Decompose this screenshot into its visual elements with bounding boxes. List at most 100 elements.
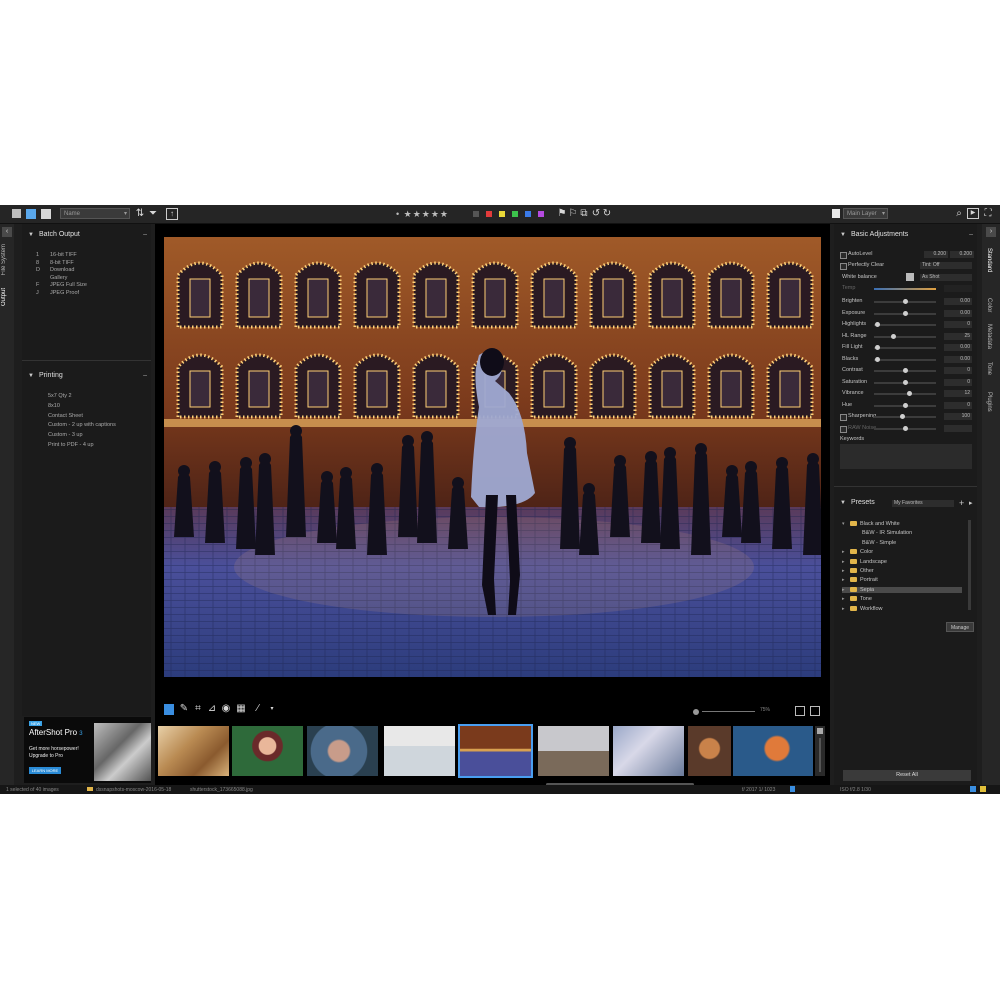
tab-output[interactable]: Output: [1, 288, 7, 306]
adjustment-checkbox[interactable]: [840, 414, 847, 421]
thumb-portrait-leaves[interactable]: [232, 726, 303, 776]
copy-icon[interactable]: ⧉: [578, 208, 590, 220]
collapsed-arrow-icon[interactable]: ▸: [842, 559, 850, 565]
adjustment-value[interactable]: 0.00: [944, 309, 972, 317]
color-label-swatch[interactable]: [499, 211, 505, 217]
adjustment-slider[interactable]: [874, 356, 936, 362]
adjustment-value[interactable]: 0.00: [944, 298, 972, 305]
preset-tree-item[interactable]: B&W - IR Simulation: [862, 530, 912, 536]
adjustment-slider[interactable]: [874, 414, 936, 419]
zoom-out-icon[interactable]: [693, 709, 699, 715]
redeye-icon[interactable]: ◉: [220, 703, 232, 715]
perfectly-clear-checkbox[interactable]: [840, 263, 847, 270]
scroll-up-icon[interactable]: [817, 728, 823, 734]
slider-knob[interactable]: [903, 299, 908, 304]
adjustment-value[interactable]: 25: [944, 332, 972, 340]
perfectly-clear-combo[interactable]: Tint: Off: [920, 262, 972, 269]
rotate-right-icon[interactable]: ↻: [601, 208, 613, 220]
slider-knob[interactable]: [903, 425, 908, 431]
collapse-left-icon[interactable]: ‹: [2, 227, 12, 237]
zoom-slider[interactable]: [702, 711, 755, 712]
adjustment-slider[interactable]: [874, 402, 936, 408]
preset-tree-item[interactable]: ▾ Black and White: [842, 521, 900, 527]
adjustment-value[interactable]: 0: [944, 401, 972, 409]
adjustment-value[interactable]: [944, 424, 972, 432]
preset-tree-item[interactable]: ▸ Portrait: [842, 577, 878, 583]
search-icon[interactable]: ⌕: [953, 208, 965, 220]
promo-banner[interactable]: NEW AfterShot Pro 3 Get more horsepower!…: [24, 717, 151, 783]
thumb-baby[interactable]: [307, 726, 378, 776]
slider-knob[interactable]: [875, 345, 881, 350]
brush-icon[interactable]: ∕: [252, 703, 264, 715]
layout-icon[interactable]: [810, 706, 820, 716]
slider-knob[interactable]: [890, 333, 896, 339]
adjustment-value[interactable]: 12: [944, 390, 972, 397]
preset-tree-item[interactable]: ▸ Color: [842, 549, 873, 555]
wb-picker-icon[interactable]: [906, 273, 914, 281]
adjustment-slider[interactable]: [874, 322, 936, 327]
tab-file-system[interactable]: File System: [1, 244, 7, 275]
tab-color[interactable]: Color: [986, 298, 992, 312]
adjustment-slider[interactable]: [874, 310, 936, 316]
batch-output-item[interactable]: 8 8-bit TIFF: [36, 260, 74, 266]
tab-plugins[interactable]: Plugins: [986, 392, 992, 412]
collapsed-arrow-icon[interactable]: ▸: [842, 577, 850, 583]
preset-tree-item[interactable]: ▸ Workflow: [842, 606, 883, 612]
reset-all-button[interactable]: Reset All: [843, 770, 971, 781]
tab-standard[interactable]: Standard: [986, 248, 992, 272]
batch-output-item[interactable]: F JPEG Full Size: [36, 282, 87, 288]
preset-tree-item[interactable]: ▸ Other: [842, 568, 874, 574]
adjustment-slider[interactable]: [874, 391, 936, 396]
printing-header[interactable]: ▼ Printing –: [22, 369, 151, 383]
single-view-icon[interactable]: [41, 209, 51, 219]
color-label-swatch[interactable]: [512, 211, 518, 217]
fullscreen-icon[interactable]: ⛶: [982, 208, 994, 220]
batch-output-item[interactable]: J JPEG Proof: [36, 290, 79, 296]
adjustment-slider[interactable]: [874, 425, 936, 431]
crop-icon[interactable]: ⌗: [192, 703, 204, 715]
hand-tool-icon[interactable]: [164, 704, 174, 715]
batch-output-item[interactable]: Gallery: [36, 275, 67, 281]
preset-tree-item[interactable]: ▸ Landscape: [842, 559, 887, 565]
main-image-viewer[interactable]: [164, 237, 821, 677]
adjustment-slider[interactable]: [874, 368, 936, 373]
thumb-red-umbrella[interactable]: [384, 726, 455, 776]
tab-metadata[interactable]: Metadata: [986, 324, 992, 349]
region-icon[interactable]: ▦: [235, 703, 247, 715]
grid-view-icon[interactable]: [12, 209, 21, 218]
adjustment-value[interactable]: 0: [944, 367, 972, 374]
thumb-orangutan[interactable]: [688, 726, 731, 776]
preset-scrollbar[interactable]: [968, 520, 971, 610]
slider-knob[interactable]: [903, 310, 908, 316]
chevron-down-icon[interactable]: ▾: [266, 703, 278, 715]
adjustment-slider[interactable]: [874, 299, 936, 304]
slider-knob[interactable]: [903, 402, 908, 408]
adjustment-value[interactable]: 0.00: [944, 344, 972, 351]
tab-tone[interactable]: Tone: [986, 362, 992, 375]
keywords-input[interactable]: [840, 444, 972, 469]
adjustment-value[interactable]: 100: [944, 413, 972, 420]
collapsed-arrow-icon[interactable]: ▸: [842, 596, 850, 602]
preset-tree-item[interactable]: B&W - Simple: [862, 540, 896, 546]
minimize-icon[interactable]: –: [143, 369, 147, 383]
collapsed-arrow-icon[interactable]: ▸: [842, 568, 850, 574]
slider-knob[interactable]: [906, 391, 912, 396]
add-preset-icon[interactable]: +: [959, 498, 964, 508]
presets-combo[interactable]: My Favorites: [892, 500, 954, 507]
minimize-icon[interactable]: –: [143, 228, 147, 242]
adjustment-value[interactable]: 0.00: [944, 355, 972, 363]
printing-item[interactable]: 5x7 Qty 2: [48, 393, 72, 399]
printing-item[interactable]: Contact Sheet: [48, 413, 83, 419]
printing-item[interactable]: Custom - 2 up with captions: [48, 422, 116, 428]
adjustment-slider[interactable]: [874, 379, 936, 385]
split-view-icon[interactable]: [26, 209, 36, 219]
batch-output-item[interactable]: 1 16-bit TIFF: [36, 252, 77, 258]
expanded-arrow-icon[interactable]: ▾: [842, 521, 850, 527]
batch-output-item[interactable]: D Download: [36, 267, 74, 273]
filter-icon[interactable]: ⏷: [147, 208, 159, 220]
batch-output-header[interactable]: ▼ Batch Output –: [22, 228, 151, 242]
color-label-swatch[interactable]: [538, 211, 544, 217]
temp-slider[interactable]: [874, 288, 936, 290]
collapsed-arrow-icon[interactable]: ▸: [842, 549, 850, 555]
sort-order-icon[interactable]: ⇅: [134, 208, 146, 220]
